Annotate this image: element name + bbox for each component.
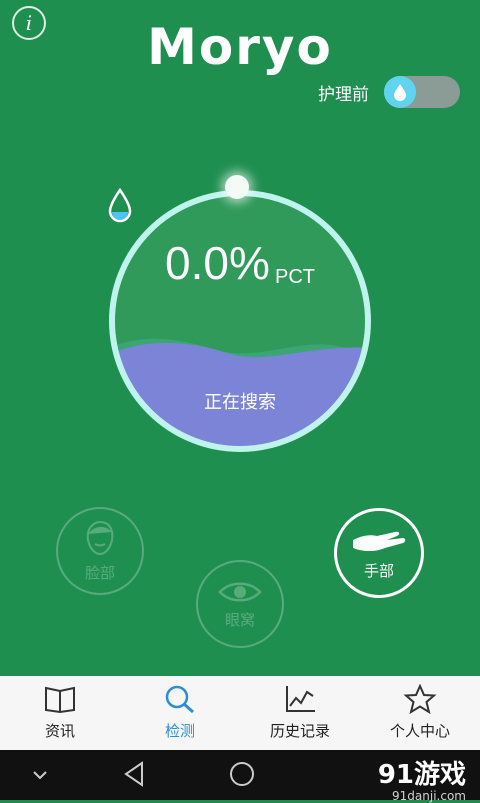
water-drop-icon bbox=[108, 188, 132, 223]
watermark: 91游戏 91danji.com bbox=[378, 758, 466, 802]
mode-eye[interactable]: 眼窝 bbox=[196, 560, 284, 648]
app-logo: Moryo bbox=[147, 18, 333, 76]
main-screen: i Moryo 护理前 0.0% PCT 正在搜索 脸部 眼窝 手部 bbox=[0, 0, 480, 676]
chevron-down-icon[interactable] bbox=[32, 770, 48, 780]
toggle-label: 护理前 bbox=[318, 85, 369, 105]
tab-news[interactable]: 资讯 bbox=[0, 676, 120, 750]
search-icon bbox=[165, 685, 194, 714]
gauge-handle[interactable] bbox=[225, 175, 249, 199]
watermark-main: 91游戏 bbox=[377, 760, 466, 790]
tab-history[interactable]: 历史记录 bbox=[240, 676, 360, 750]
water-drop-icon bbox=[384, 76, 416, 108]
mode-hand-label: 手部 bbox=[363, 561, 394, 580]
tab-profile-label: 个人中心 bbox=[389, 722, 450, 740]
home-icon[interactable] bbox=[228, 760, 256, 788]
moisture-gauge: 0.0% PCT 正在搜索 bbox=[107, 175, 373, 454]
tab-news-label: 资讯 bbox=[44, 722, 75, 740]
book-icon bbox=[45, 686, 75, 714]
watermark-sub: 91danji.com bbox=[392, 789, 466, 803]
mode-hand[interactable]: 手部 bbox=[334, 508, 424, 598]
moisture-unit: PCT bbox=[275, 266, 315, 288]
mode-eye-label: 眼窝 bbox=[224, 610, 255, 629]
tab-profile[interactable]: 个人中心 bbox=[360, 676, 480, 750]
mode-face[interactable]: 脸部 bbox=[56, 507, 144, 595]
star-icon bbox=[403, 684, 437, 714]
hand-icon bbox=[353, 531, 406, 551]
search-status: 正在搜索 bbox=[204, 392, 276, 413]
tab-detect[interactable]: 检测 bbox=[120, 676, 240, 750]
tab-detect-label: 检测 bbox=[164, 722, 195, 740]
mode-face-label: 脸部 bbox=[84, 563, 115, 582]
back-icon[interactable] bbox=[122, 760, 146, 788]
eye-icon bbox=[218, 582, 262, 601]
system-nav-bar: 91游戏 91danji.com bbox=[0, 750, 480, 802]
moisture-value: 0.0% bbox=[165, 237, 270, 289]
face-icon bbox=[86, 520, 114, 555]
tab-history-label: 历史记录 bbox=[269, 722, 330, 740]
care-stage-toggle[interactable] bbox=[384, 76, 460, 108]
bottom-tab-bar: 资讯 检测 历史记录 个人中心 bbox=[0, 676, 480, 750]
chart-icon bbox=[286, 686, 315, 712]
